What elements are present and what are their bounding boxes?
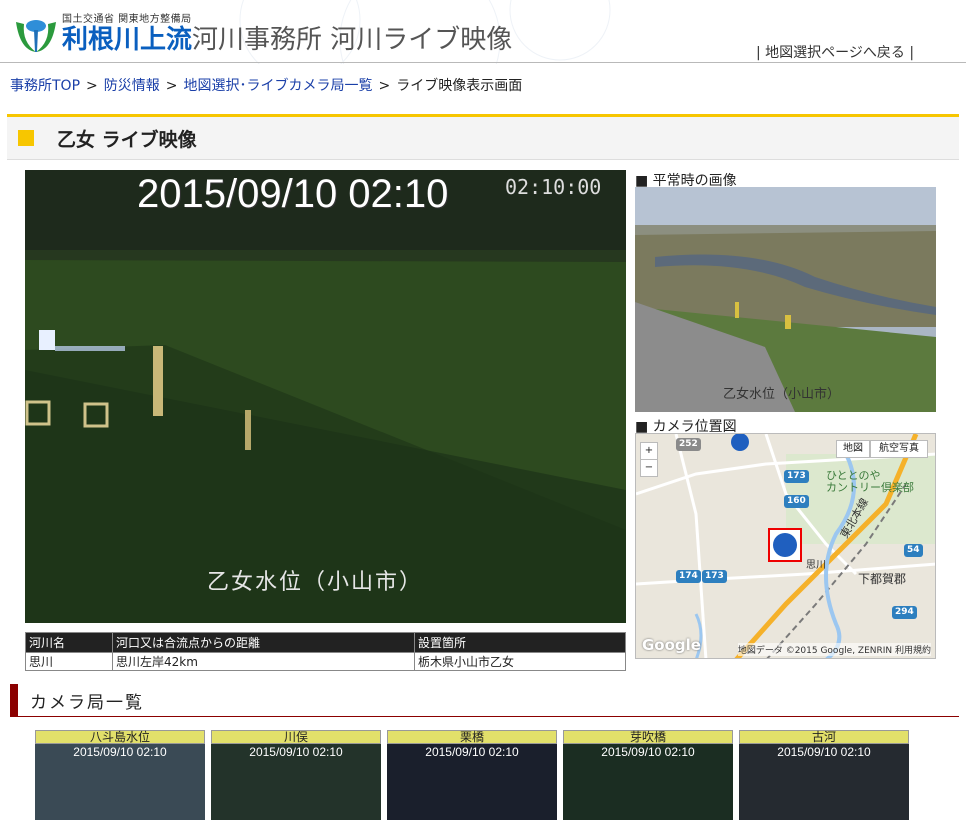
camera-thumb-yattajima[interactable]: 八斗島水位 2015/09/10 02:10 bbox=[35, 730, 205, 820]
camera-info-table: 河川名 河口又は合流点からの距離 設置箇所 思川 思川左岸42km 栃木県小山市… bbox=[25, 632, 626, 671]
camera-list-heading: カメラ局一覧 bbox=[10, 684, 959, 717]
camera-thumb-name: 栗橋 bbox=[387, 730, 557, 744]
live-camera-image[interactable]: 02:10:00 2015/09/10 02:10 乙女水位（小山市） bbox=[25, 170, 626, 623]
route-number-173: 173 bbox=[784, 470, 809, 483]
table-row: 思川 思川左岸42km 栃木県小山市乙女 bbox=[25, 652, 626, 671]
map-type-satellite-button[interactable]: 航空写真 bbox=[870, 440, 928, 458]
cell-river-name: 思川 bbox=[25, 652, 113, 671]
cell-distance: 思川左岸42km bbox=[112, 652, 415, 671]
breadcrumb-separator: > bbox=[86, 78, 98, 94]
header-divider bbox=[0, 62, 966, 63]
normal-time-image[interactable]: 乙女水位（小山市） bbox=[635, 187, 936, 412]
header-location: 設置箇所 bbox=[414, 632, 626, 653]
cell-location: 栃木県小山市乙女 bbox=[414, 652, 626, 671]
camera-thumb-koga[interactable]: 古河 2015/09/10 02:10 bbox=[739, 730, 909, 820]
ministry-logo-icon[interactable] bbox=[12, 12, 60, 56]
svg-text:02:10:00: 02:10:00 bbox=[505, 175, 601, 199]
camera-thumb-name: 八斗島水位 bbox=[35, 730, 205, 744]
table-header-row: 河川名 河口又は合流点からの距離 設置箇所 bbox=[25, 632, 626, 653]
breadcrumb-map-select[interactable]: 地図選択･ライブカメラ局一覧 bbox=[183, 78, 372, 94]
heading-bar-icon bbox=[10, 684, 18, 716]
header-river-name: 河川名 bbox=[25, 632, 113, 653]
live-timestamp: 2015/09/10 02:10 bbox=[137, 172, 449, 216]
route-number-160: 160 bbox=[784, 495, 809, 508]
map-label-club: ひととのや カントリー倶楽部 bbox=[826, 469, 914, 494]
map-label-station: 思川 bbox=[806, 560, 826, 571]
camera-location-map[interactable]: + − 地図 航空写真 252 173 160 174 173 54 294 ひ… bbox=[635, 433, 936, 659]
route-number-294: 294 bbox=[892, 606, 917, 619]
breadcrumb: 事務所TOP > 防災情報 > 地図選択･ライブカメラ局一覧 > ライブ映像表示画面 bbox=[10, 75, 522, 95]
camera-thumb-name: 芽吹橋 bbox=[563, 730, 733, 744]
camera-thumb-timestamp: 2015/09/10 02:10 bbox=[249, 745, 343, 759]
camera-thumb-kurihashi[interactable]: 栗橋 2015/09/10 02:10 bbox=[387, 730, 557, 820]
breadcrumb-separator: > bbox=[378, 78, 391, 94]
camera-thumb-timestamp: 2015/09/10 02:10 bbox=[73, 745, 167, 759]
camera-thumb-kawamata[interactable]: 川俣 2015/09/10 02:10 bbox=[211, 730, 381, 820]
camera-thumb-image: 2015/09/10 02:10 bbox=[211, 744, 381, 820]
back-to-map-link[interactable]: | 地図選択ページへ戻る | bbox=[756, 42, 914, 62]
site-title[interactable]: 利根川上流河川事務所 河川ライブ映像 bbox=[62, 24, 512, 56]
camera-thumb-image: 2015/09/10 02:10 bbox=[35, 744, 205, 820]
site-brand: 利根川上流 bbox=[62, 25, 193, 55]
site-subtitle: 河川事務所 河川ライブ映像 bbox=[192, 25, 513, 55]
camera-thumb-image: 2015/09/10 02:10 bbox=[563, 744, 733, 820]
google-logo: Google bbox=[642, 636, 701, 654]
route-number-252: 252 bbox=[676, 438, 701, 451]
camera-thumb-timestamp: 2015/09/10 02:10 bbox=[425, 745, 519, 759]
map-type-map-button[interactable]: 地図 bbox=[836, 440, 870, 458]
title-marker-icon bbox=[18, 130, 34, 146]
route-number-54: 54 bbox=[904, 544, 923, 557]
breadcrumb-disaster-info[interactable]: 防災情報 bbox=[104, 78, 160, 94]
zoom-out-button[interactable]: − bbox=[640, 459, 658, 477]
ministry-name: 国土交通省 関東地方整備局 bbox=[62, 14, 192, 25]
camera-marker[interactable] bbox=[768, 528, 802, 562]
camera-thumb-mebukibashi[interactable]: 芽吹橋 2015/09/10 02:10 bbox=[563, 730, 733, 820]
live-caption: 乙女水位（小山市） bbox=[207, 570, 424, 595]
camera-thumb-timestamp: 2015/09/10 02:10 bbox=[601, 745, 695, 759]
route-number-174: 174 bbox=[676, 570, 701, 583]
page-title-bar: 乙女 ライブ映像 bbox=[7, 114, 959, 159]
camera-marker-icon bbox=[773, 533, 797, 557]
map-label-area: 下都賀郡 bbox=[858, 572, 907, 586]
header-distance: 河口又は合流点からの距離 bbox=[112, 632, 415, 653]
camera-thumb-image: 2015/09/10 02:10 bbox=[739, 744, 909, 820]
back-link-text[interactable]: 地図選択ページへ戻る bbox=[765, 45, 905, 61]
normal-image-caption: 乙女水位（小山市） bbox=[723, 387, 841, 402]
breadcrumb-separator: > bbox=[165, 78, 178, 94]
zoom-in-button[interactable]: + bbox=[640, 442, 658, 460]
camera-thumb-name: 古河 bbox=[739, 730, 909, 744]
camera-thumb-name: 川俣 bbox=[211, 730, 381, 744]
camera-thumb-timestamp: 2015/09/10 02:10 bbox=[777, 745, 871, 759]
page-title: 乙女 ライブ映像 bbox=[57, 129, 197, 151]
map-attribution[interactable]: 地図データ ©2015 Google, ZENRIN 利用規約 bbox=[737, 643, 931, 656]
breadcrumb-top[interactable]: 事務所TOP bbox=[10, 78, 80, 94]
route-number-173b: 173 bbox=[702, 570, 727, 583]
breadcrumb-current: ライブ映像表示画面 bbox=[396, 78, 523, 94]
camera-thumb-image: 2015/09/10 02:10 bbox=[387, 744, 557, 820]
normal-scene bbox=[635, 187, 936, 412]
camera-list-title: カメラ局一覧 bbox=[30, 693, 144, 713]
live-scene: 02:10:00 bbox=[25, 170, 626, 623]
site-header: 国土交通省 関東地方整備局 利根川上流河川事務所 河川ライブ映像 | 地図選択ペ… bbox=[0, 0, 966, 64]
